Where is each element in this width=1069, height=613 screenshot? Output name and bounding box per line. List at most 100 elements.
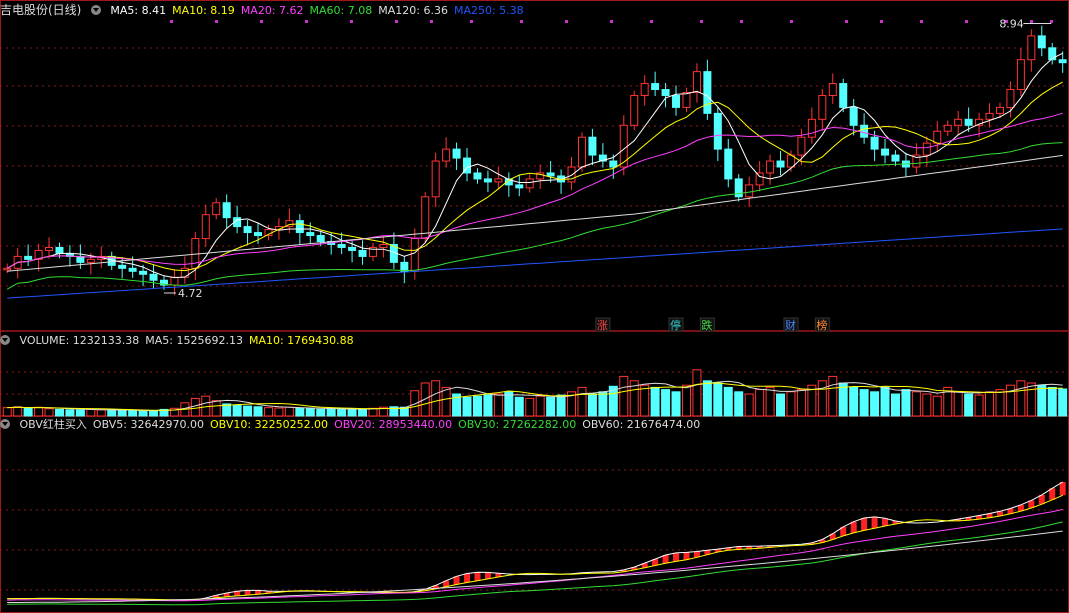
- candle-body: [828, 83, 837, 96]
- obv-legend-item-2: OBV10: 32250252.00: [209, 418, 329, 431]
- candle-body: [243, 226, 252, 234]
- volume-bar: [472, 395, 482, 417]
- volume-bar: [974, 394, 984, 417]
- signal-dot: [215, 20, 218, 23]
- volume-bar: [650, 386, 660, 417]
- volume-bar: [44, 408, 54, 417]
- candle-body: [45, 246, 54, 251]
- candle-body: [254, 232, 263, 237]
- volume-bar: [911, 391, 921, 417]
- candle-body: [995, 106, 1004, 114]
- candle-body: [703, 71, 712, 114]
- volume-bar: [410, 390, 420, 417]
- volume-bar: [13, 406, 23, 417]
- signal-dot: [260, 20, 263, 23]
- candle-body: [985, 112, 994, 120]
- volume-bar: [734, 391, 744, 417]
- candle-body: [421, 196, 430, 240]
- candle-body: [588, 136, 597, 156]
- candle-body: [400, 261, 409, 272]
- volume-bar: [692, 369, 702, 417]
- price-title[interactable]: 吉电股份(日线): [0, 3, 81, 17]
- candle-body: [943, 124, 952, 132]
- signal-dot: [880, 20, 883, 23]
- signal-dot: [965, 20, 968, 23]
- signal-dot: [700, 20, 703, 23]
- candle-body: [577, 136, 586, 168]
- signal-dot: [350, 20, 353, 23]
- volume-bar: [107, 409, 117, 417]
- candle-body: [933, 130, 942, 144]
- volume-bar: [274, 407, 284, 417]
- candle-body: [870, 136, 879, 150]
- event-mark: 涨: [597, 319, 608, 332]
- candle-body: [306, 232, 315, 237]
- candle-body: [452, 148, 461, 159]
- volume-bar: [744, 393, 754, 417]
- volume-bar: [556, 394, 566, 417]
- volume-bar: [796, 389, 806, 417]
- volume-bar: [838, 382, 848, 417]
- candle-body: [348, 246, 357, 251]
- candle-body: [922, 142, 931, 156]
- price-legend-item-0: MA5: 8.41: [110, 4, 167, 17]
- volume-bar: [671, 391, 681, 417]
- chevron-down-icon[interactable]: [0, 335, 10, 345]
- chevron-down-icon[interactable]: [90, 5, 101, 15]
- candle-body: [431, 160, 440, 198]
- candle-body: [337, 243, 346, 248]
- volume-bar: [870, 391, 880, 417]
- obv60-line: [7, 530, 1063, 603]
- volume-bar: [713, 382, 723, 417]
- stock-chart[interactable]: 8.94 4.72 涨 停 跌 财 榜: [0, 0, 1069, 613]
- volume-bar: [765, 386, 775, 417]
- volume-bar: [358, 408, 368, 417]
- volume-bar: [368, 407, 378, 417]
- obv-legend-item-1: OBV5: 32642970.00: [92, 418, 204, 431]
- volume-bar: [34, 406, 44, 417]
- volume-bar: [849, 386, 859, 417]
- price-legend-item-3: MA60: 7.08: [309, 4, 373, 17]
- volume-bar: [441, 386, 451, 417]
- price-legend-item-1: MA10: 8.19: [172, 4, 235, 17]
- volume-bar: [702, 380, 712, 417]
- signal-dot: [650, 20, 653, 23]
- chart-border: [0, 0, 1069, 613]
- candle-body: [3, 267, 12, 271]
- volume-bar: [1005, 384, 1015, 417]
- volume-bar: [253, 406, 263, 417]
- candle-body: [807, 118, 816, 138]
- signal-dot: [610, 20, 613, 23]
- volume-bar: [546, 396, 556, 417]
- candle-body: [891, 154, 900, 162]
- ma120-line: [7, 154, 1063, 272]
- candle-body: [201, 214, 210, 240]
- candle-body: [1037, 35, 1046, 49]
- candle-body: [849, 106, 858, 126]
- candle-body: [139, 270, 148, 275]
- chevron-down-icon[interactable]: [0, 419, 10, 429]
- volume-bar: [985, 391, 995, 417]
- signal-dot: [170, 20, 173, 23]
- candle-body: [672, 94, 681, 108]
- obv30-line: [7, 521, 1063, 606]
- volume-bar: [922, 393, 932, 417]
- candle-body: [118, 264, 127, 269]
- event-mark: 财: [785, 318, 796, 332]
- price-legend: MA5: 8.41 MA10: 8.19 MA20: 7.62 MA60: 7.08 M…: [110, 4, 529, 17]
- volume-bar: [232, 404, 242, 417]
- candle-body: [661, 89, 670, 96]
- volume-legend-item-0: VOLUME: 1232133.38: [19, 334, 140, 347]
- volume-bar: [1037, 384, 1047, 417]
- volume-bar: [75, 409, 85, 417]
- ma10-line: [6, 81, 1063, 272]
- volume-bar: [598, 391, 608, 417]
- candle-body: [1016, 59, 1025, 91]
- volume-bar: [514, 396, 524, 417]
- candle-body: [410, 238, 419, 272]
- low-price-label: 4.72: [178, 287, 203, 300]
- volume-bar: [723, 386, 733, 417]
- signal-dot: [1050, 20, 1053, 23]
- candle-body: [839, 83, 848, 108]
- volume-panel-header: VOLUME: 1232133.38 MA5: 1525692.13 MA10: 1…: [0, 333, 366, 349]
